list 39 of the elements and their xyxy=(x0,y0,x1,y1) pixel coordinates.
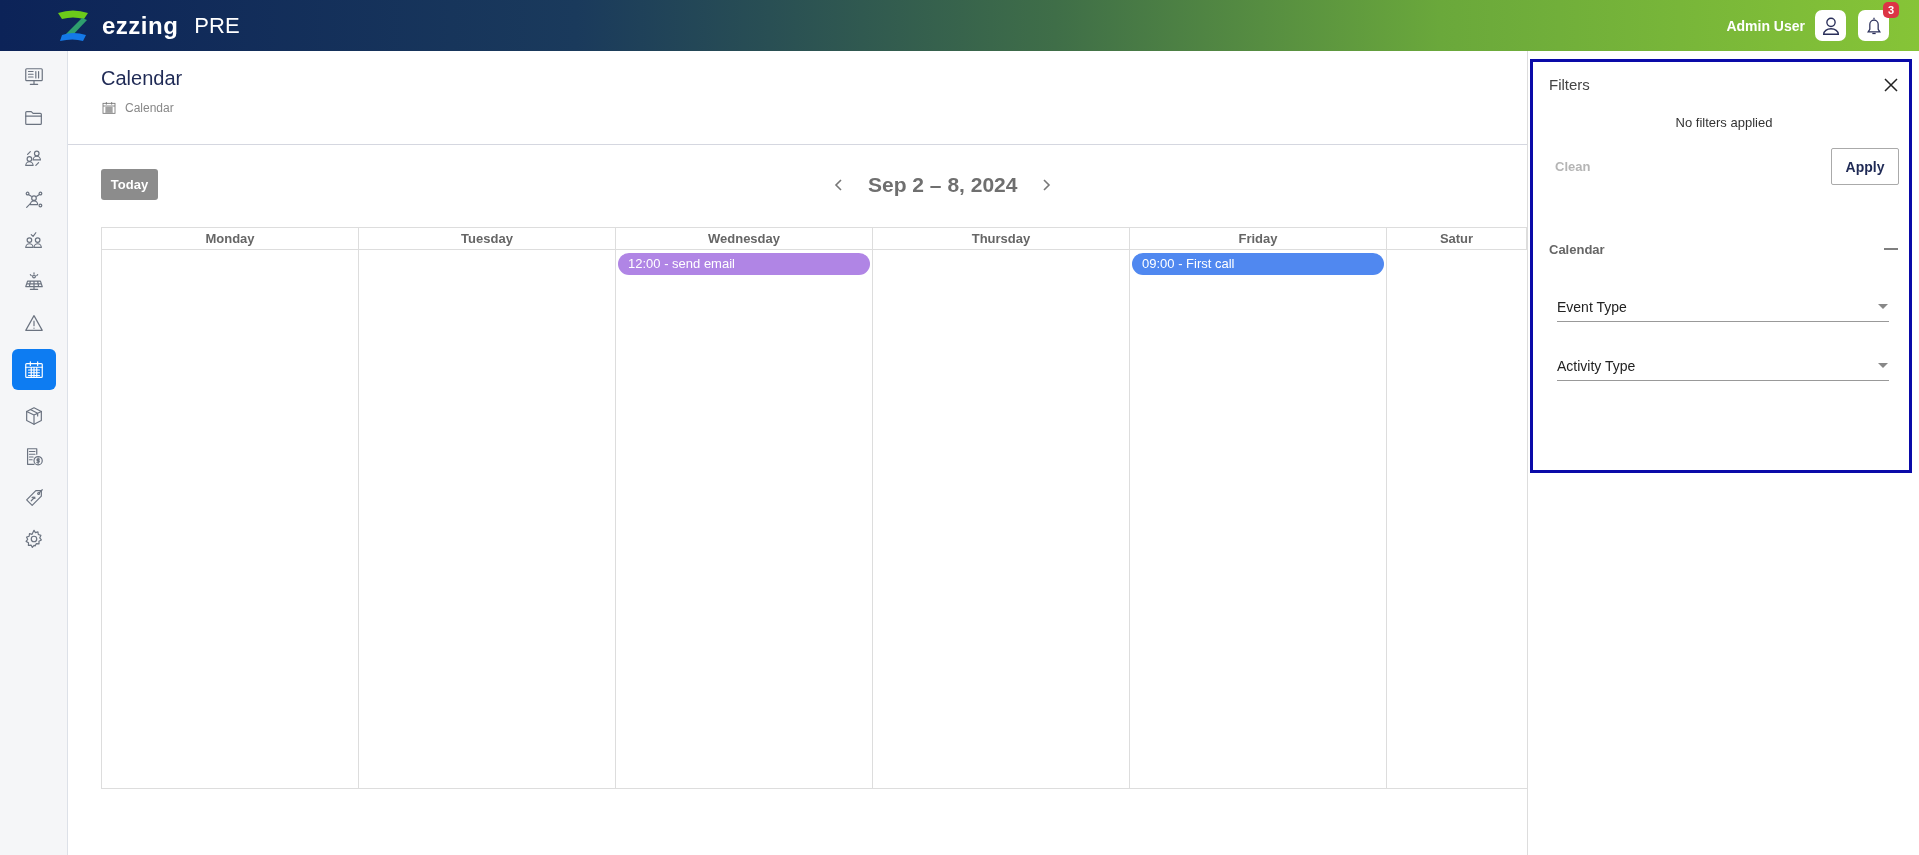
user-button[interactable] xyxy=(1815,10,1846,41)
day-cell[interactable]: 12:00 - send email xyxy=(616,250,873,789)
page-title: Calendar xyxy=(101,67,184,90)
filters-status: No filters applied xyxy=(1674,115,1774,130)
gear-icon xyxy=(22,528,45,550)
calendar-icon xyxy=(22,358,45,381)
dropdown-field[interactable]: Activity Type xyxy=(1557,352,1889,381)
filters-title: Filters xyxy=(1549,76,1590,93)
apply-button[interactable]: Apply xyxy=(1831,148,1899,185)
warning-icon xyxy=(22,312,45,334)
user-name: Admin User xyxy=(1726,17,1805,34)
calendar-icon xyxy=(101,100,117,116)
calendar-event[interactable]: 12:00 - send email xyxy=(618,253,870,275)
day-cell[interactable]: 09:00 - First call xyxy=(1130,250,1387,789)
dropdown-arrow-icon xyxy=(1877,362,1889,370)
day-header: Monday xyxy=(102,228,359,250)
breadcrumb-link[interactable]: Calendar xyxy=(125,101,174,115)
section-title: Calendar xyxy=(1549,241,1605,257)
close-icon xyxy=(1883,76,1899,93)
dropdown-field[interactable]: Event Type xyxy=(1557,293,1889,322)
logo-icon xyxy=(56,8,90,43)
day-cell[interactable] xyxy=(873,250,1130,789)
monitor-icon xyxy=(22,66,45,88)
day-cell[interactable] xyxy=(359,250,616,789)
notifications-button[interactable] xyxy=(1858,10,1889,41)
calendar-event[interactable]: 09:00 - First call xyxy=(1132,253,1384,275)
solar-panel-icon xyxy=(22,271,45,293)
brand-name: ezzing xyxy=(102,11,179,40)
notification-count: 3 xyxy=(1882,2,1899,18)
day-header: Tuesday xyxy=(359,228,616,250)
sidebar-item[interactable] xyxy=(11,349,56,390)
day-header: Thursday xyxy=(873,228,1130,250)
dropdown-arrow-icon xyxy=(1877,303,1889,311)
day-header: Wednesday xyxy=(616,228,873,250)
day-cell[interactable] xyxy=(102,250,359,789)
environment-label: PRE xyxy=(194,12,240,39)
day-header: Friday xyxy=(1130,228,1387,250)
close-button[interactable] xyxy=(1883,76,1899,93)
date-range: Sep 2 – 8, 2024 xyxy=(868,172,1018,197)
